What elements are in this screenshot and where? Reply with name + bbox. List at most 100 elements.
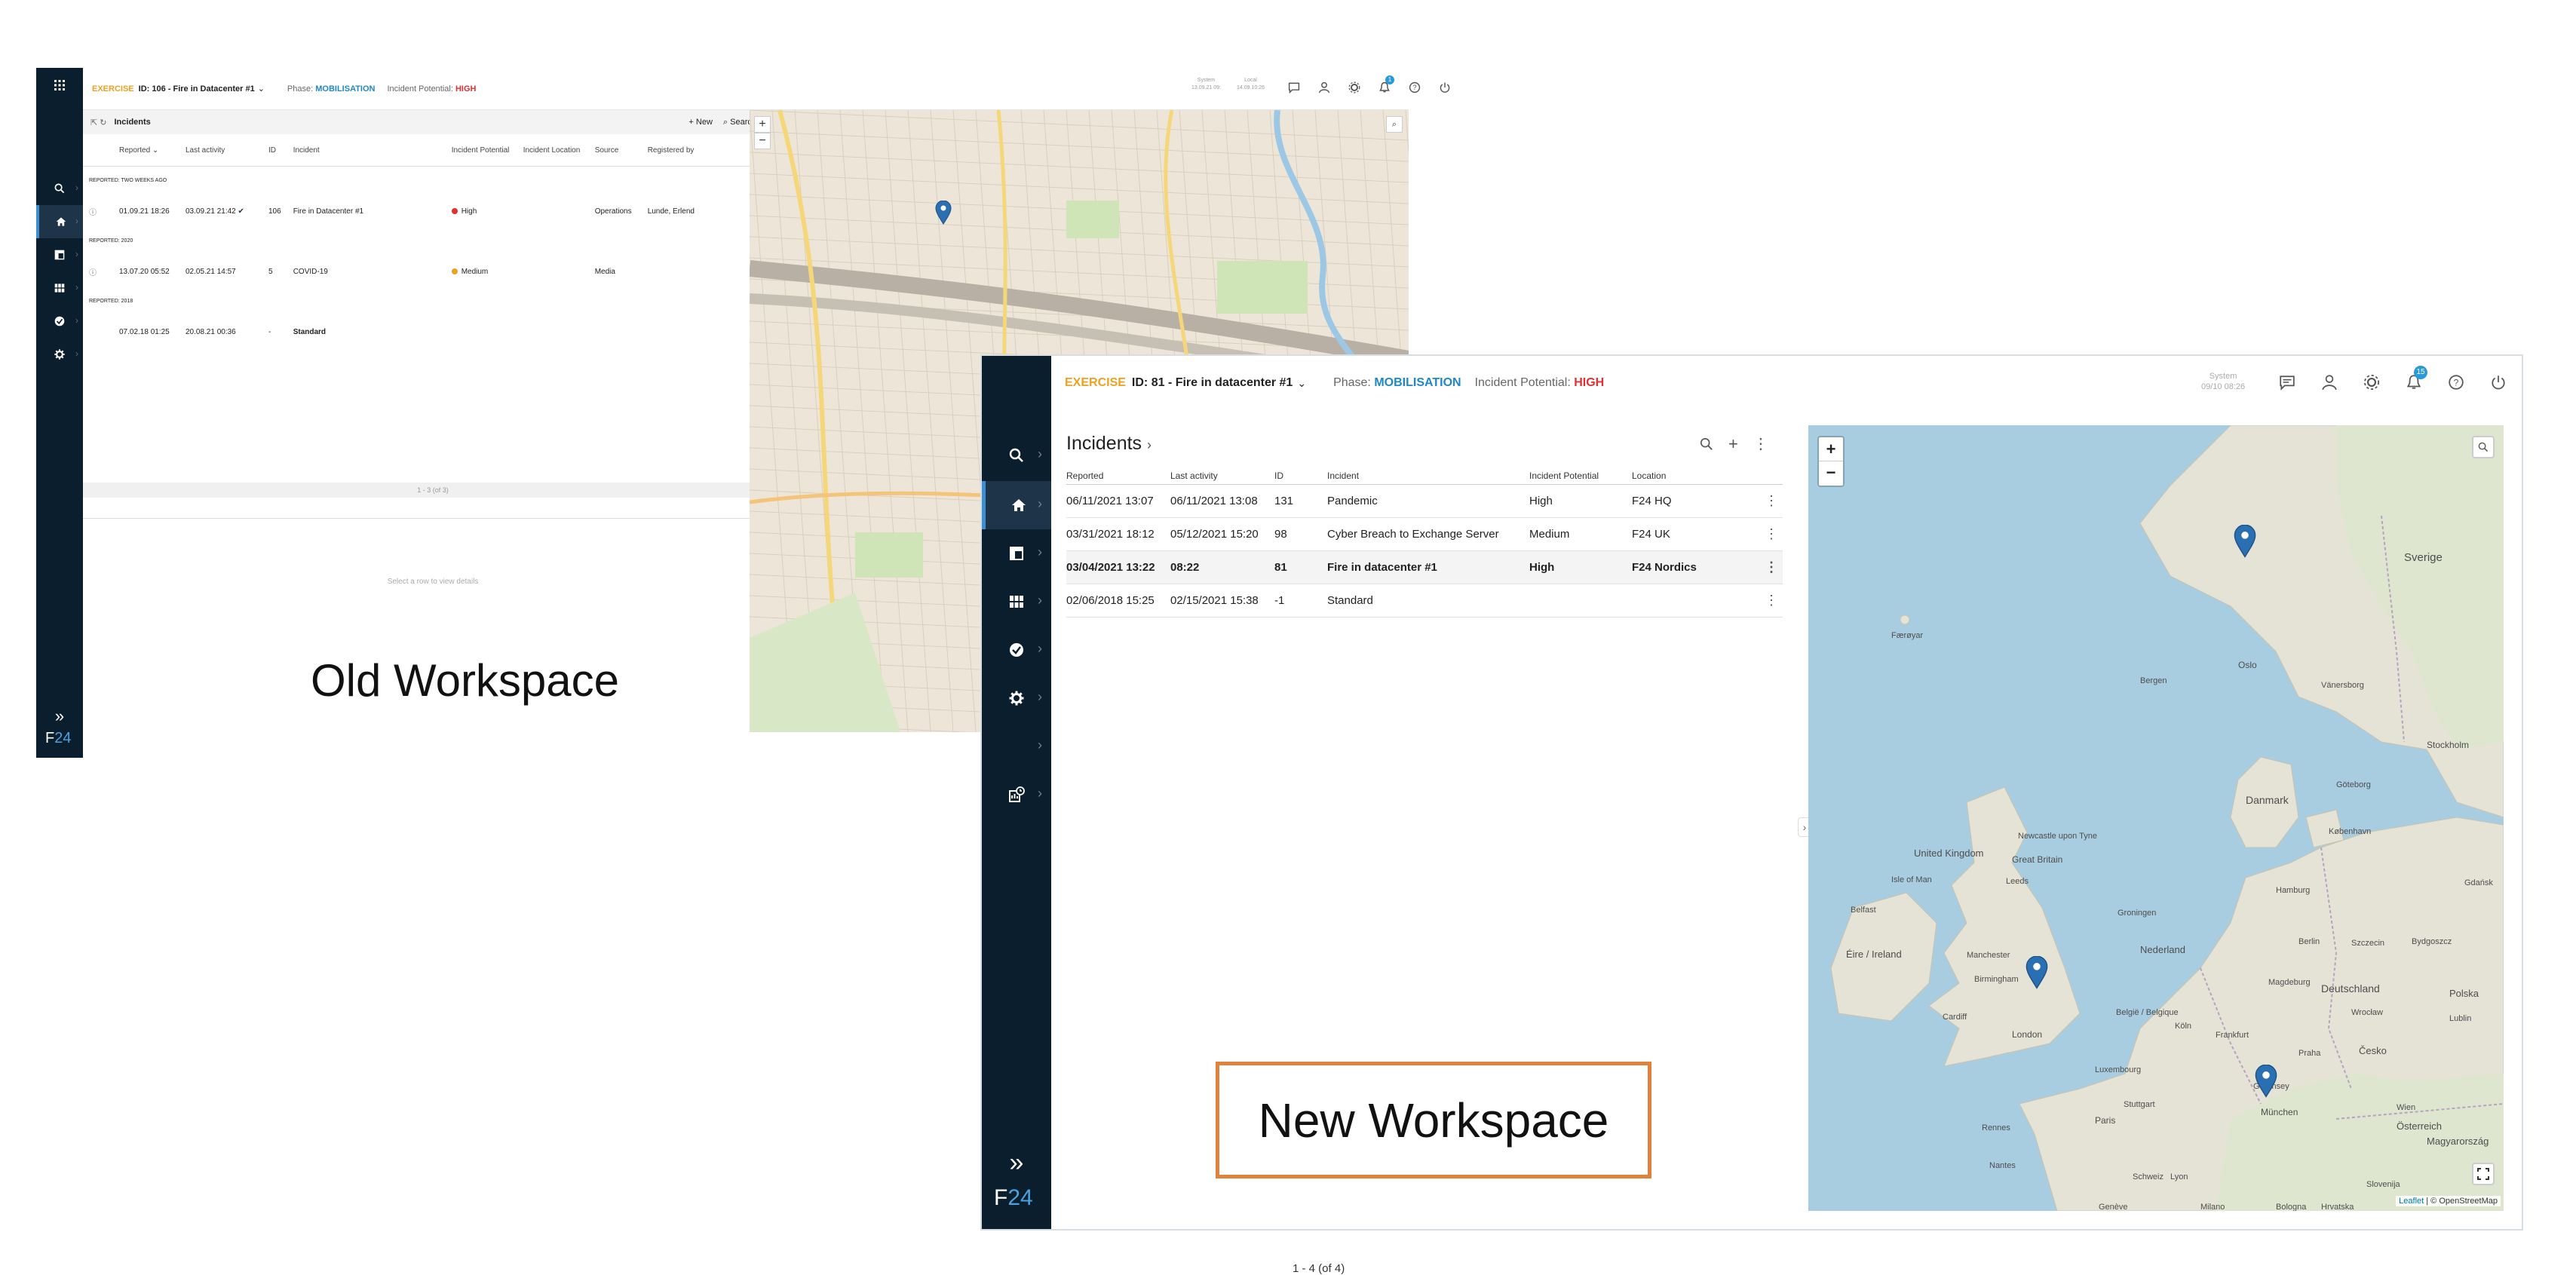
panel-title[interactable]: Incidents › xyxy=(1066,433,1152,455)
osm-attribution[interactable]: | © OpenStreetMap xyxy=(2426,1197,2498,1206)
map-place-label: Paris xyxy=(2095,1115,2115,1126)
new-nav-dashboard[interactable]: › xyxy=(982,529,1051,578)
help-icon[interactable]: ? xyxy=(2448,374,2464,391)
power-icon[interactable] xyxy=(1439,81,1451,93)
help-icon[interactable]: ? xyxy=(1409,81,1421,93)
cell-reported: 01.09.21 18:26 xyxy=(119,207,170,216)
map-place-label: Leeds xyxy=(2006,877,2029,886)
chat-icon[interactable] xyxy=(2279,374,2295,391)
new-nav-search[interactable]: › xyxy=(982,431,1051,480)
zoom-in-button[interactable]: + xyxy=(754,116,771,133)
gear-icon[interactable] xyxy=(1348,81,1360,93)
col-header[interactable]: Incident Potential xyxy=(1529,467,1632,485)
old-nav-dashboard[interactable]: › xyxy=(36,238,83,271)
old-nav-home[interactable]: › xyxy=(36,205,83,238)
table-row[interactable]: ⓘ 13.07.20 05:52 02.05.21 14:57 5 COVID-… xyxy=(83,256,783,287)
map-place-label: Hamburg xyxy=(2276,886,2310,895)
map-place-label: Stockholm xyxy=(2427,740,2469,750)
zoom-out-button[interactable]: − xyxy=(754,133,771,149)
zoom-in-button[interactable]: + xyxy=(1819,437,1843,461)
map-search-button[interactable] xyxy=(2472,436,2495,458)
new-nav-settings[interactable]: › xyxy=(982,674,1051,722)
apps-grid-icon[interactable] xyxy=(36,68,83,103)
table-row[interactable]: 07.02.18 01:25 20.08.21 00:36 - Standard… xyxy=(83,317,783,347)
new-nav-reports[interactable]: › xyxy=(982,771,1051,819)
col-header[interactable]: Location xyxy=(1632,467,1760,485)
incident-selector[interactable]: ID: 106 - Fire in Datacenter #1 xyxy=(139,84,255,93)
map-pin-icon[interactable] xyxy=(935,201,952,225)
table-row[interactable]: 03/31/2021 18:12 05/12/2021 15:20 98 Cyb… xyxy=(1066,517,1783,551)
add-incident-button[interactable]: + xyxy=(1728,436,1738,452)
new-expand-sidebar-button[interactable]: » xyxy=(982,1139,1051,1187)
gear-icon[interactable] xyxy=(2363,374,2380,391)
kebab-menu-icon[interactable]: ⋮ xyxy=(1753,437,1768,452)
search-icon xyxy=(1009,448,1023,462)
col-header[interactable]: Incident xyxy=(287,136,446,167)
map-pin-icon[interactable] xyxy=(2234,525,2256,558)
leaflet-link[interactable]: Leaflet xyxy=(2399,1197,2424,1206)
new-nav-home[interactable]: › xyxy=(982,481,1051,529)
map-place-label: Great Britain xyxy=(2012,854,2062,865)
chevron-down-icon[interactable]: ⌄ xyxy=(1297,377,1306,390)
info-icon[interactable]: ⓘ xyxy=(89,269,97,277)
map-pin-icon[interactable] xyxy=(2255,1065,2277,1098)
table-row[interactable]: 02/06/2018 15:25 02/15/2021 15:38 -1 Sta… xyxy=(1066,584,1783,618)
incident-selector[interactable]: ID: 81 - Fire in datacenter #1 xyxy=(1132,376,1293,390)
col-header[interactable]: Incident Location xyxy=(517,136,589,167)
row-kebab-icon[interactable]: ⋮ xyxy=(1760,584,1783,618)
notification-badge: 15 xyxy=(2414,366,2427,379)
home-icon xyxy=(56,217,66,226)
old-nav-tasks[interactable]: › xyxy=(36,305,83,338)
info-icon[interactable]: ⓘ xyxy=(89,209,97,217)
col-header[interactable]: Last activity xyxy=(179,136,262,167)
table-row[interactable]: 06/11/2021 13:07 06/11/2021 13:08 131 Pa… xyxy=(1066,484,1783,518)
new-nav-modules[interactable]: › xyxy=(982,578,1051,626)
col-header[interactable]: Last activity xyxy=(1170,467,1274,485)
map-place-label: België / Belgique xyxy=(2116,1008,2179,1017)
search-icon[interactable] xyxy=(1700,437,1713,451)
col-header[interactable]: Registered by xyxy=(641,136,763,167)
gear-icon xyxy=(54,349,65,360)
old-nav-modules[interactable]: › xyxy=(36,271,83,305)
report-clock-icon xyxy=(1009,786,1025,802)
europe-map-tiles: Sverige Færøyar Bergen Oslo Stockholm Götebor… xyxy=(1808,425,2504,1211)
chat-icon[interactable] xyxy=(1288,81,1300,93)
new-incidents-table: Reported Last activity ID Incident Incid… xyxy=(1066,467,1783,618)
row-kebab-icon[interactable]: ⋮ xyxy=(1760,550,1783,584)
notifications-button[interactable]: 1 xyxy=(1378,75,1394,93)
table-row[interactable]: 03/04/2021 13:22 08:22 81 Fire in datace… xyxy=(1066,550,1783,584)
user-icon[interactable] xyxy=(2321,374,2338,391)
map-place-label: Nederland xyxy=(2140,944,2185,955)
old-expand-sidebar-button[interactable]: » xyxy=(36,700,83,733)
row-kebab-icon[interactable]: ⋮ xyxy=(1760,484,1783,518)
old-nav-settings[interactable]: › xyxy=(36,338,83,371)
row-kebab-icon[interactable]: ⋮ xyxy=(1760,517,1783,551)
power-icon[interactable] xyxy=(2490,374,2507,391)
new-nav-empty[interactable]: › xyxy=(982,722,1051,771)
col-header[interactable]: Incident Potential xyxy=(445,136,517,167)
notifications-button[interactable]: 15 xyxy=(2406,366,2427,391)
cell-registered: Lunde, Erlend xyxy=(647,207,695,216)
empty-details-text: Select a row to view details xyxy=(387,578,479,586)
col-header[interactable]: Source xyxy=(588,136,642,167)
col-header[interactable]: Incident xyxy=(1327,467,1529,485)
map-search-button[interactable]: ⌕ xyxy=(1386,116,1403,133)
table-row[interactable]: ⓘ 01.09.21 18:26 03.09.21 21:42 ✔ 106 Fi… xyxy=(83,196,783,226)
col-header[interactable]: ID xyxy=(1274,467,1327,485)
new-map[interactable]: Sverige Færøyar Bergen Oslo Stockholm Götebor… xyxy=(1808,425,2504,1211)
old-nav-search[interactable]: › xyxy=(36,172,83,205)
user-icon[interactable] xyxy=(1318,81,1330,93)
zoom-out-button[interactable]: − xyxy=(1819,461,1843,486)
cell-source: Operations xyxy=(594,207,632,216)
col-header[interactable]: Reported ⌄ xyxy=(113,136,179,167)
map-pin-icon[interactable] xyxy=(2026,956,2048,989)
new-button[interactable]: + New xyxy=(688,118,713,127)
open-external-icon[interactable]: ⇱ ↻ xyxy=(90,118,107,127)
chevron-down-icon[interactable]: ⌄ xyxy=(258,84,265,93)
phase-label: Phase: xyxy=(287,84,314,93)
col-header[interactable]: ID xyxy=(262,136,287,167)
new-nav-tasks[interactable]: › xyxy=(982,626,1051,674)
map-place-label: Newcastle upon Tyne xyxy=(2018,832,2097,841)
col-header[interactable]: Reported xyxy=(1066,467,1170,485)
fullscreen-button[interactable] xyxy=(2472,1163,2495,1185)
